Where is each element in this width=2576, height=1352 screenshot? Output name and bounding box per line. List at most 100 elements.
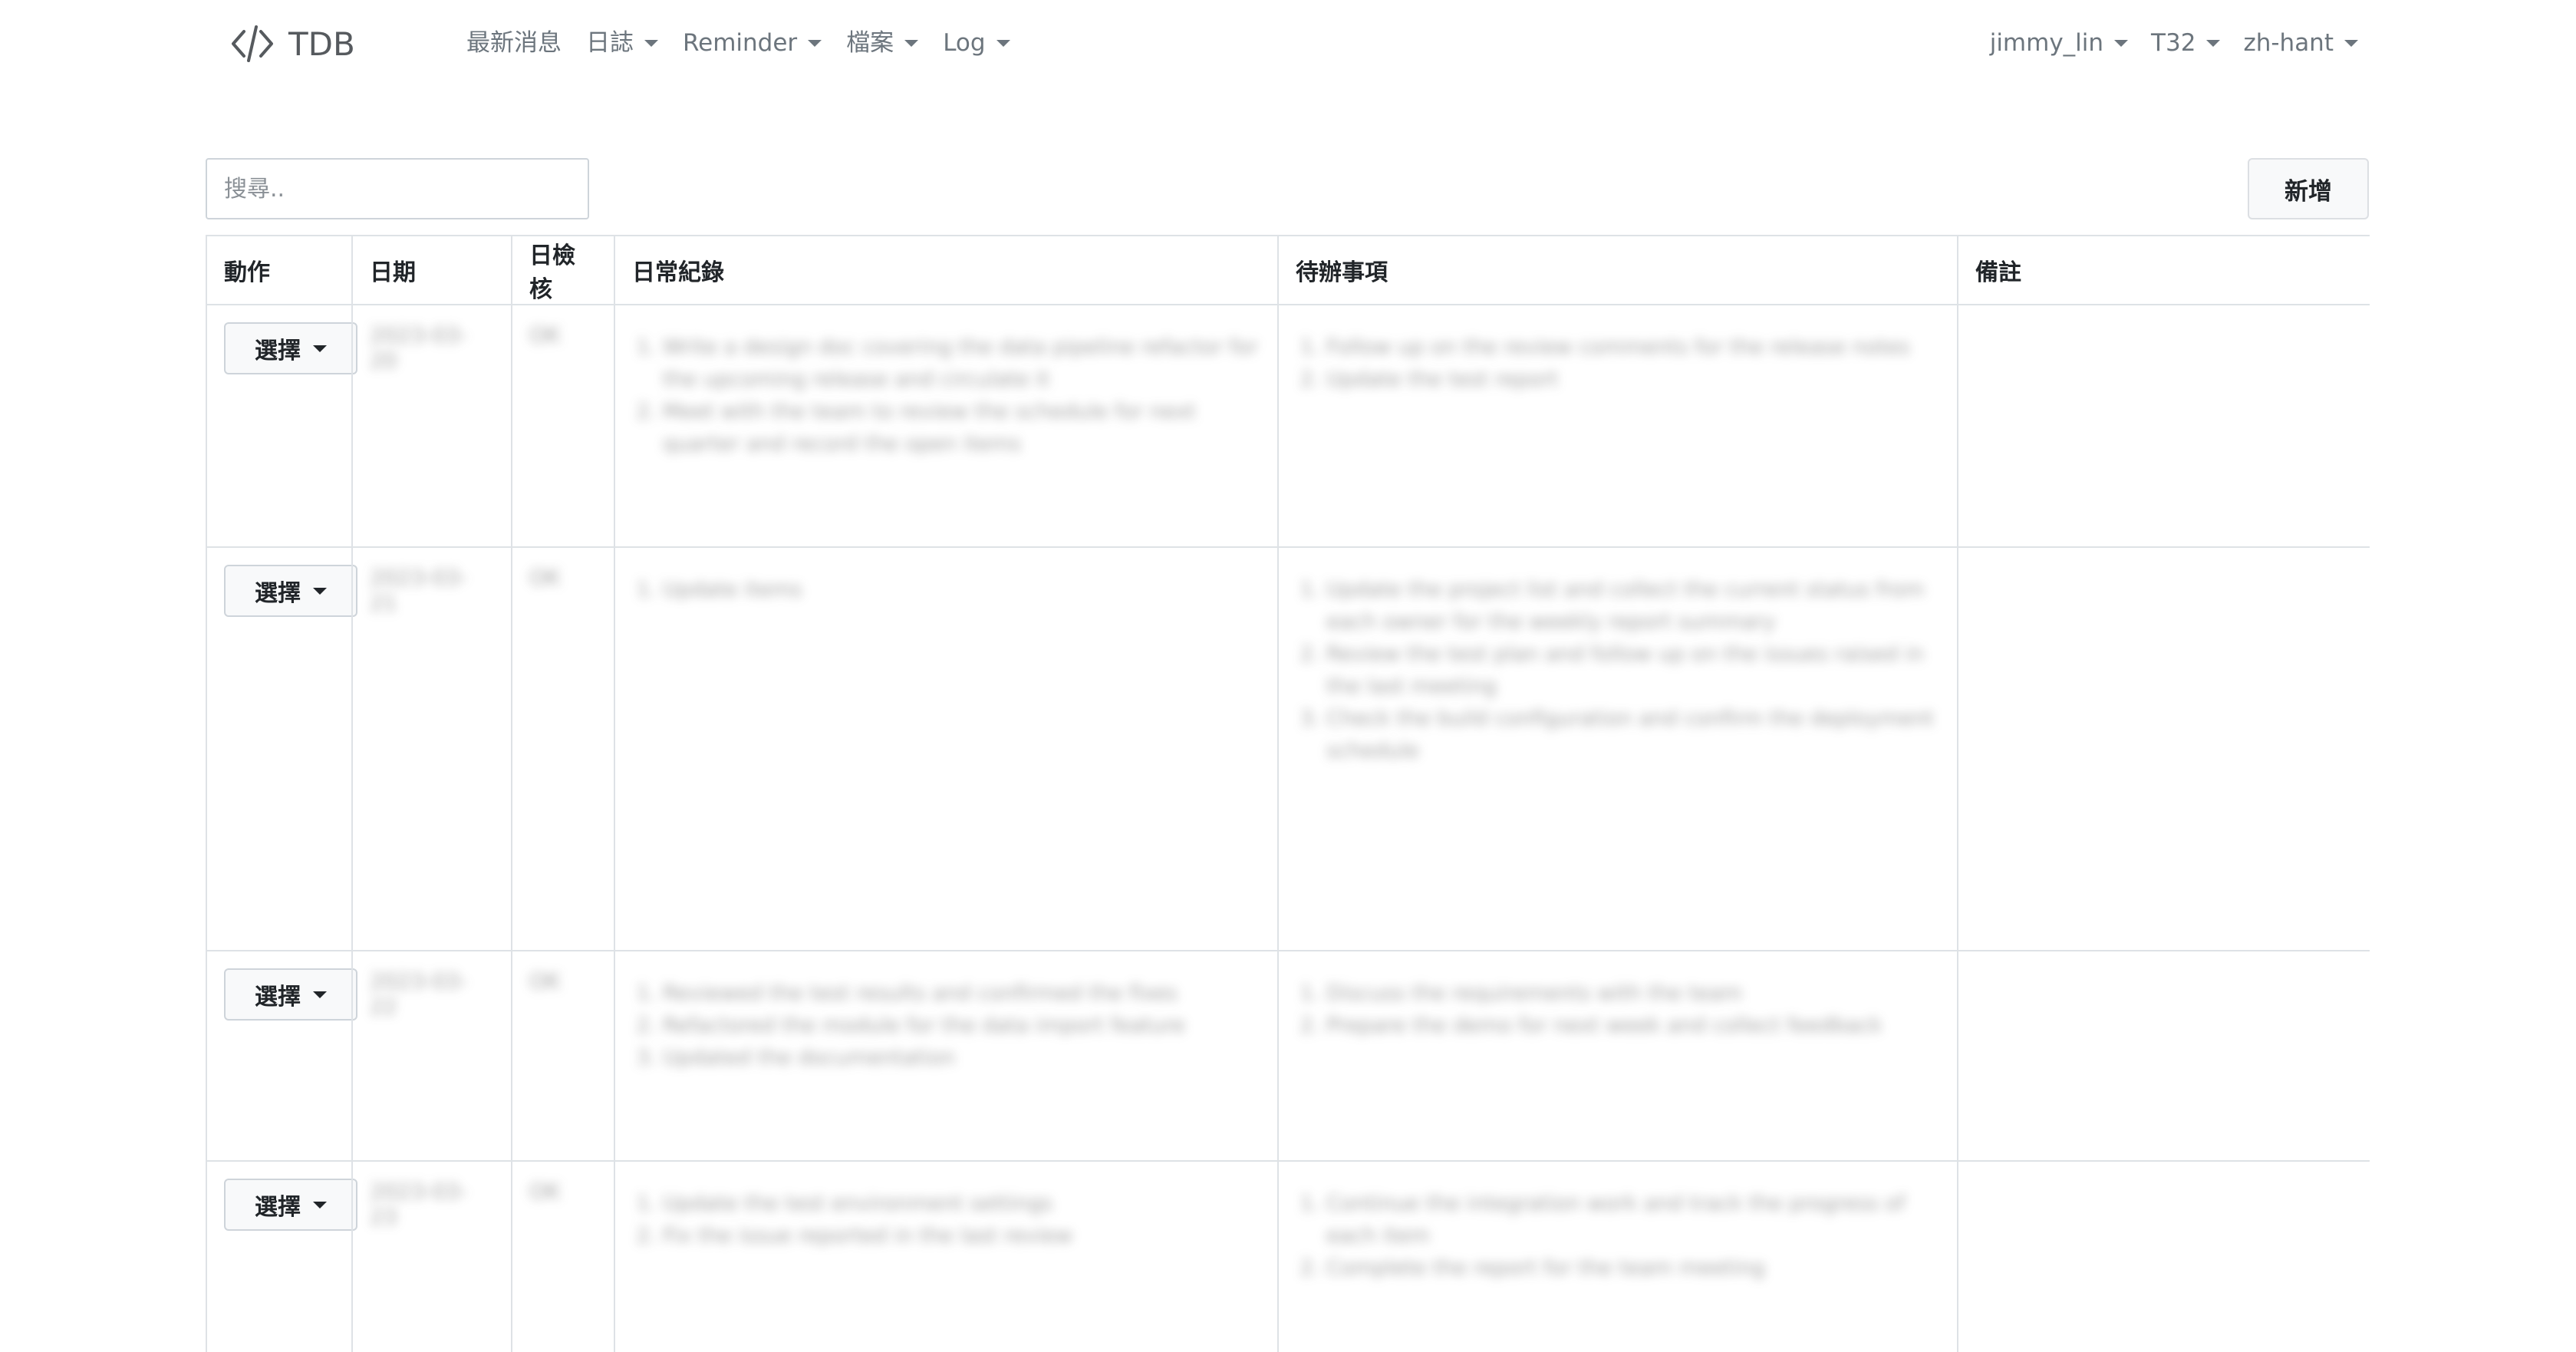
nav-item-reminder[interactable]: Reminder	[683, 25, 822, 61]
cell-todos: Update the project list and collect the …	[1277, 546, 1958, 951]
records-list: Update items	[632, 574, 1260, 606]
cell-check: OK	[511, 304, 615, 548]
select-dropdown-button[interactable]: 選擇	[224, 968, 357, 1021]
cell-records: Write a design doc covering the data pip…	[614, 304, 1279, 548]
caret-down-icon	[808, 39, 822, 47]
cell-todos: Continue the integration work and track …	[1277, 1160, 1958, 1352]
header-daily-check: 日檢核	[511, 235, 615, 305]
list-item: Discuss the requirements with the team	[1326, 978, 1940, 1010]
header-daily-record: 日常紀錄	[614, 235, 1279, 305]
select-dropdown-button[interactable]: 選擇	[224, 565, 357, 617]
select-dropdown-button[interactable]: 選擇	[224, 322, 357, 374]
header-remark: 備註	[1957, 235, 2370, 305]
cell-remark	[1957, 546, 2370, 951]
list-item: Write a design doc covering the data pip…	[663, 331, 1260, 396]
list-item: Meet with the team to review the schedul…	[663, 396, 1260, 460]
header-action: 動作	[206, 235, 353, 305]
nav-item-journal[interactable]: 日誌	[586, 25, 658, 61]
list-item: Continue the integration work and track …	[1326, 1188, 1940, 1252]
caret-down-icon	[313, 345, 327, 352]
cell-check: OK	[511, 546, 615, 951]
list-item: Fix the issue reported in the last revie…	[663, 1220, 1260, 1252]
top-navbar: TDB 最新消息 日誌 Reminder 檔案 Log jimmy_lin T3…	[0, 0, 2576, 86]
select-dropdown-button[interactable]: 選擇	[224, 1179, 357, 1231]
todos-list: Discuss the requirements with the team P…	[1296, 978, 1940, 1042]
caret-down-icon	[644, 39, 658, 47]
cell-records: Update items	[614, 546, 1279, 951]
list-item: Complete the report for the team meeting	[1326, 1252, 1940, 1284]
cell-check: OK	[511, 1160, 615, 1352]
cell-date: 2023-03-21	[351, 546, 512, 951]
caret-down-icon	[313, 587, 327, 595]
date-text: 2023-03-20	[370, 322, 468, 373]
cell-remark	[1957, 304, 2370, 548]
cell-todos: Discuss the requirements with the team P…	[1277, 950, 1958, 1162]
list-item: Check the build configuration and confir…	[1326, 703, 1940, 767]
search-input[interactable]	[206, 158, 589, 219]
cell-check: OK	[511, 950, 615, 1162]
check-text: OK	[529, 968, 561, 994]
caret-down-icon	[2114, 39, 2129, 47]
add-button[interactable]: 新增	[2248, 158, 2369, 219]
caret-down-icon	[313, 991, 327, 998]
todos-list: Update the project list and collect the …	[1296, 574, 1940, 767]
cell-date: 2023-03-20	[351, 304, 512, 548]
records-list: Reviewed the test results and confirmed …	[632, 978, 1260, 1074]
cell-action: 選擇	[206, 304, 357, 548]
nav-item-language[interactable]: zh-hant	[2243, 25, 2358, 61]
date-text: 2023-03-23	[370, 1179, 468, 1229]
cell-date: 2023-03-22	[351, 950, 512, 1162]
table-row: 選擇 2023-03-21 OK Update items	[206, 546, 2370, 951]
table-row: 選擇 2023-03-23 OK Update the test environ…	[206, 1160, 2370, 1352]
list-item: Prepare the demo for next week and colle…	[1326, 1010, 1940, 1042]
date-text: 2023-03-21	[370, 565, 468, 615]
caret-down-icon	[904, 39, 919, 47]
table-header-row: 動作 日期 日檢核 日常紀錄 待辦事項 備註	[206, 235, 2370, 305]
header-date: 日期	[351, 235, 512, 305]
list-item: Update the test environment settings	[663, 1188, 1260, 1220]
nav-item-log[interactable]: Log	[943, 25, 1010, 61]
journal-table: 動作 日期 日檢核 日常紀錄 待辦事項 備註 選擇 2023-03-20 OK …	[206, 235, 2370, 1352]
caret-down-icon	[2206, 39, 2221, 47]
nav-left: 最新消息 日誌 Reminder 檔案 Log	[466, 25, 1010, 61]
journal-table-container[interactable]: 動作 日期 日檢核 日常紀錄 待辦事項 備註 選擇 2023-03-20 OK …	[206, 235, 2370, 1352]
list-item: Update the test report	[1326, 364, 1940, 396]
nav-item-team[interactable]: T32	[2151, 25, 2221, 61]
check-text: OK	[529, 565, 561, 590]
cell-date: 2023-03-23	[351, 1160, 512, 1352]
records-list: Write a design doc covering the data pip…	[632, 331, 1260, 460]
code-icon	[232, 25, 273, 62]
table-row: 選擇 2023-03-22 OK Reviewed the test resul…	[206, 950, 2370, 1162]
todos-list: Follow up on the review comments for the…	[1296, 331, 1940, 396]
check-text: OK	[529, 322, 561, 348]
nav-right: jimmy_lin T32 zh-hant	[1990, 25, 2358, 61]
cell-action: 選擇	[206, 1160, 357, 1352]
caret-down-icon	[996, 39, 1010, 47]
todos-list: Continue the integration work and track …	[1296, 1188, 1940, 1284]
list-item: Update the project list and collect the …	[1326, 574, 1940, 638]
list-item: Follow up on the review comments for the…	[1326, 331, 1940, 364]
list-item: Update items	[663, 574, 1260, 606]
check-text: OK	[529, 1179, 561, 1204]
cell-records: Update the test environment settings Fix…	[614, 1160, 1279, 1352]
nav-item-user[interactable]: jimmy_lin	[1990, 25, 2129, 61]
caret-down-icon	[2344, 39, 2358, 47]
list-item: Updated the documentation	[663, 1042, 1260, 1074]
cell-records: Reviewed the test results and confirmed …	[614, 950, 1279, 1162]
cell-action: 選擇	[206, 546, 357, 951]
caret-down-icon	[313, 1201, 327, 1209]
list-item: Review the test plan and follow up on th…	[1326, 638, 1940, 703]
records-list: Update the test environment settings Fix…	[632, 1188, 1260, 1252]
cell-action: 選擇	[206, 950, 357, 1162]
cell-remark	[1957, 950, 2370, 1162]
nav-item-news[interactable]: 最新消息	[466, 25, 562, 61]
list-item: Refactored the module for the data impor…	[663, 1010, 1260, 1042]
brand-text: TDB	[288, 25, 355, 63]
brand-link[interactable]: TDB	[230, 21, 355, 66]
nav-item-files[interactable]: 檔案	[846, 25, 919, 61]
list-item: Reviewed the test results and confirmed …	[663, 978, 1260, 1010]
date-text: 2023-03-22	[370, 968, 468, 1019]
cell-remark	[1957, 1160, 2370, 1352]
header-todo: 待辦事項	[1277, 235, 1958, 305]
cell-todos: Follow up on the review comments for the…	[1277, 304, 1958, 548]
